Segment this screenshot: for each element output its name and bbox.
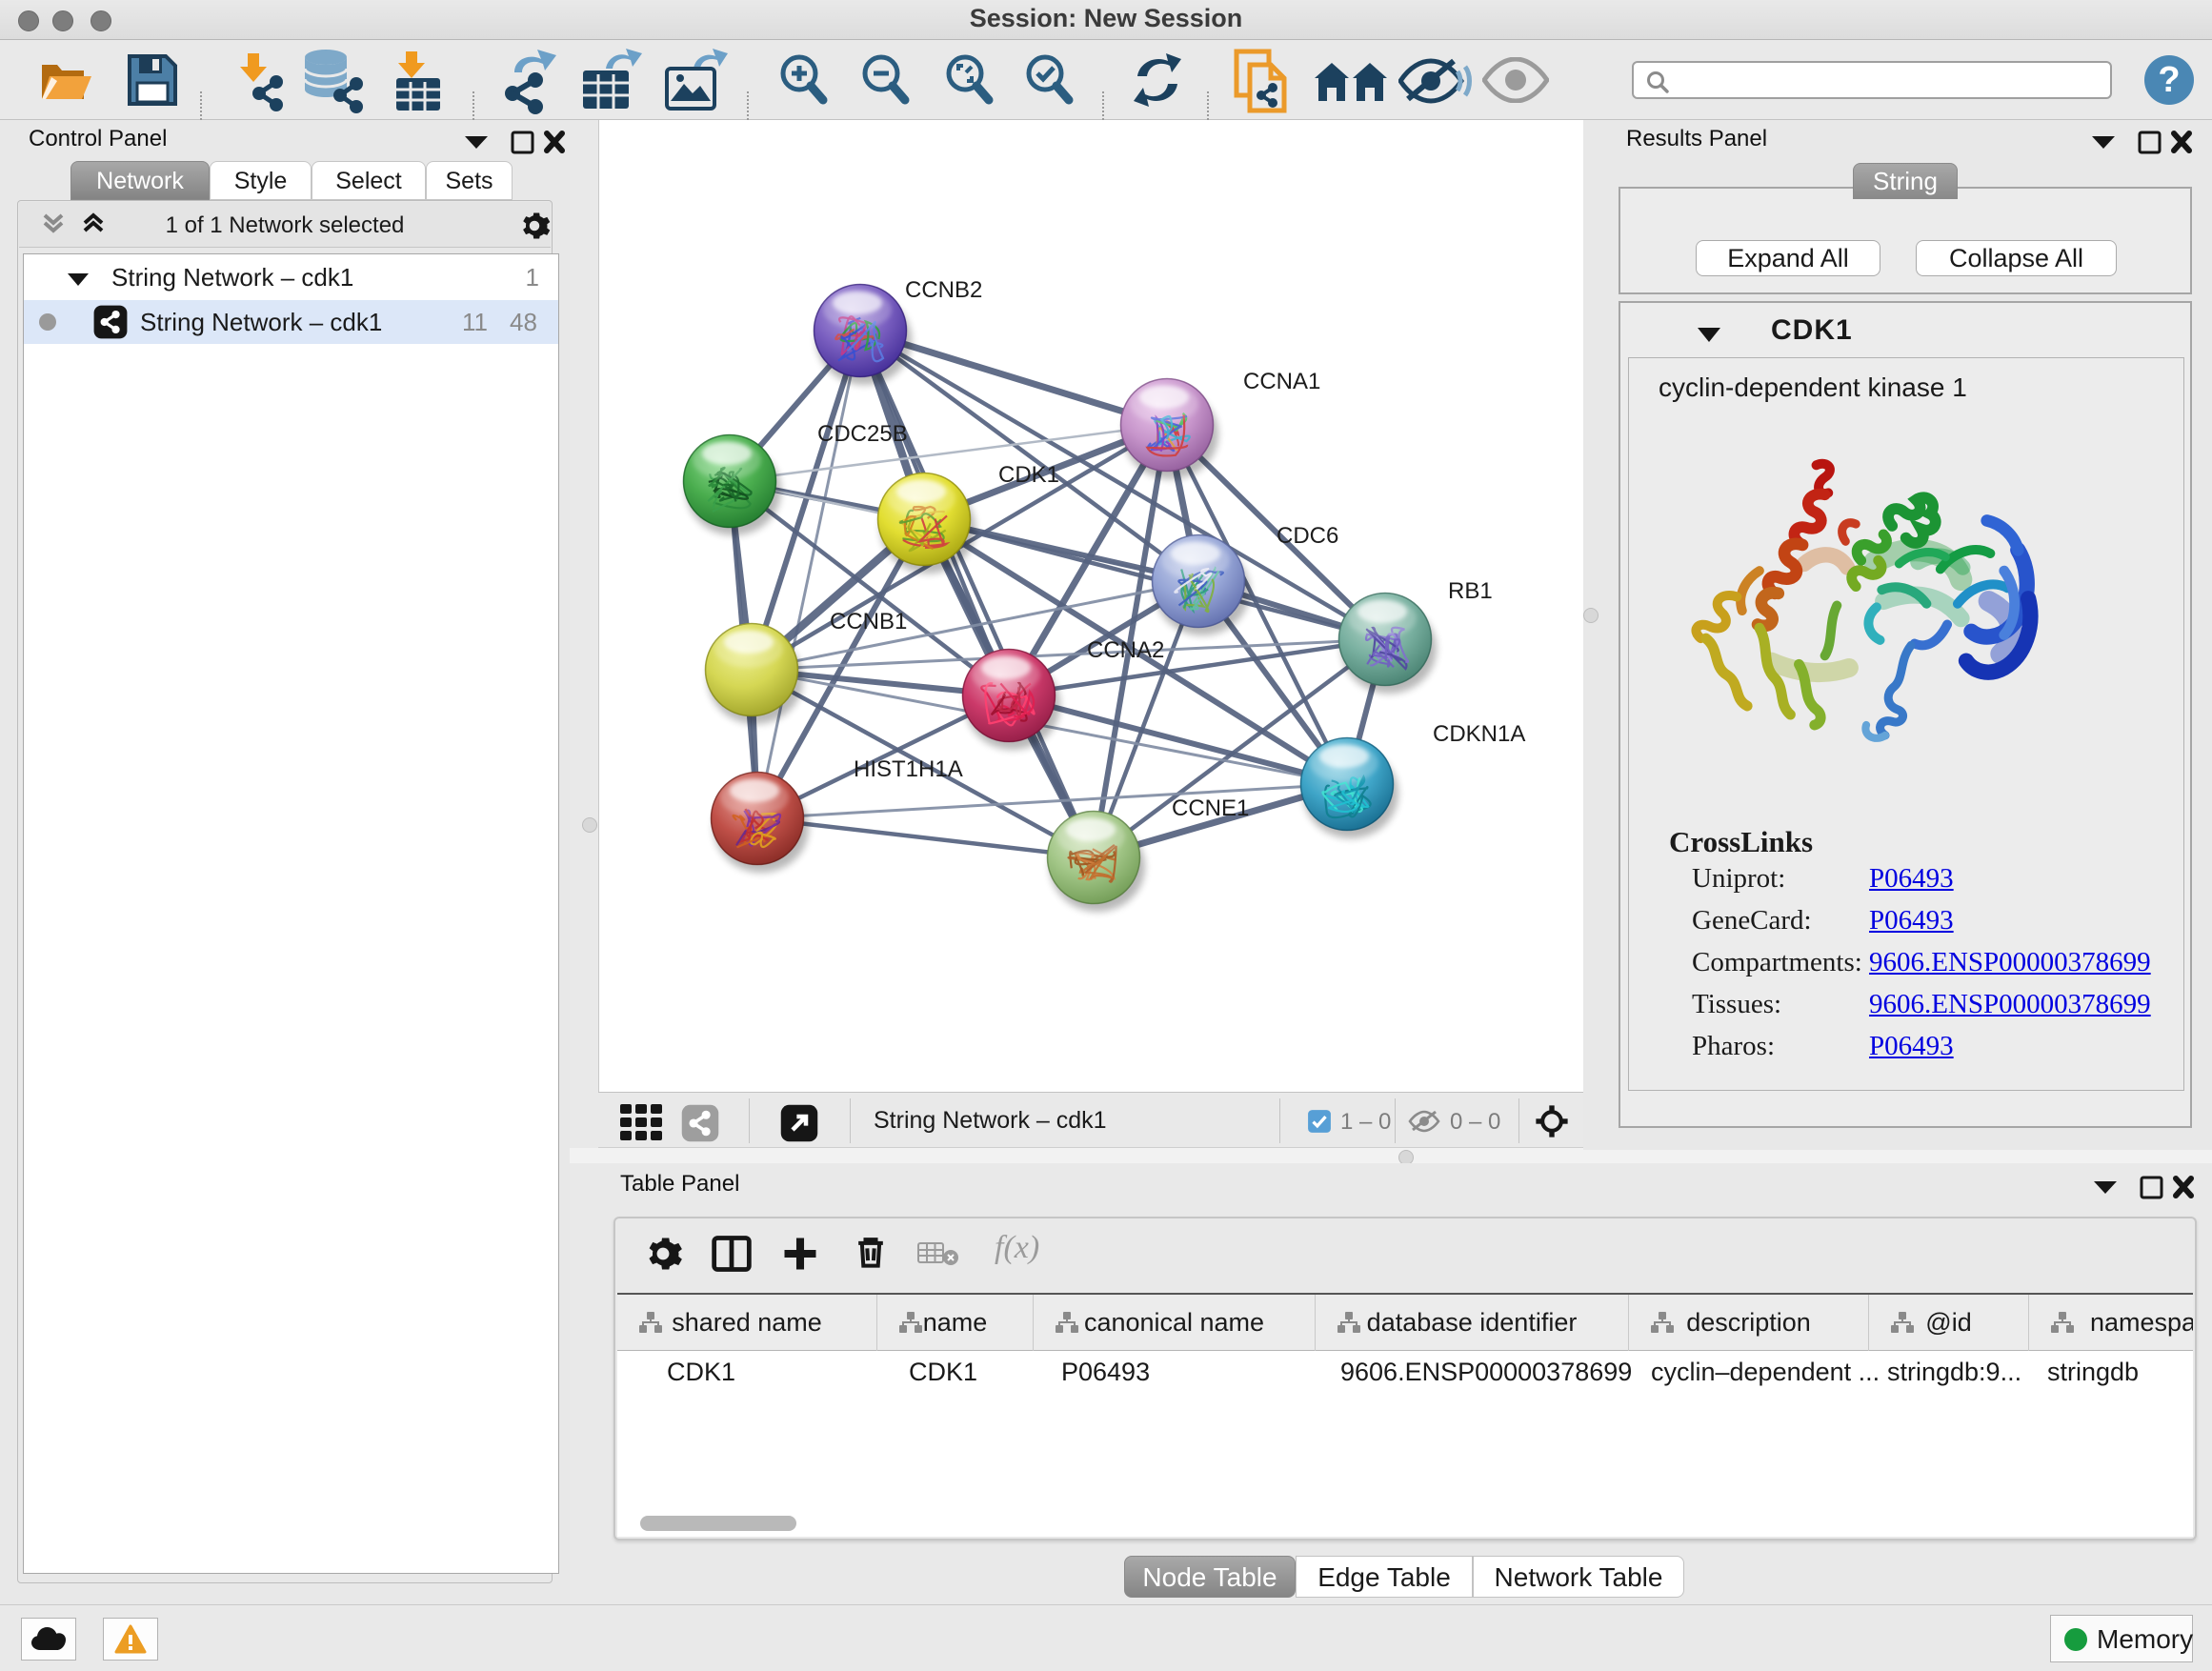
- svg-text:RB1: RB1: [1448, 578, 1493, 604]
- svg-text:CDC6: CDC6: [1277, 523, 1338, 549]
- svg-text:CDKN1A: CDKN1A: [1433, 721, 1525, 747]
- svg-text:CDC25B: CDC25B: [817, 421, 908, 447]
- svg-text:CCNA2: CCNA2: [1087, 637, 1164, 663]
- svg-text:CDK1: CDK1: [998, 462, 1059, 488]
- svg-text:CCNE1: CCNE1: [1172, 795, 1249, 821]
- svg-text:CCNB1: CCNB1: [830, 609, 907, 634]
- svg-text:CCNB2: CCNB2: [905, 277, 982, 303]
- svg-text:CCNA1: CCNA1: [1243, 369, 1320, 394]
- svg-text:HIST1H1A: HIST1H1A: [854, 756, 963, 782]
